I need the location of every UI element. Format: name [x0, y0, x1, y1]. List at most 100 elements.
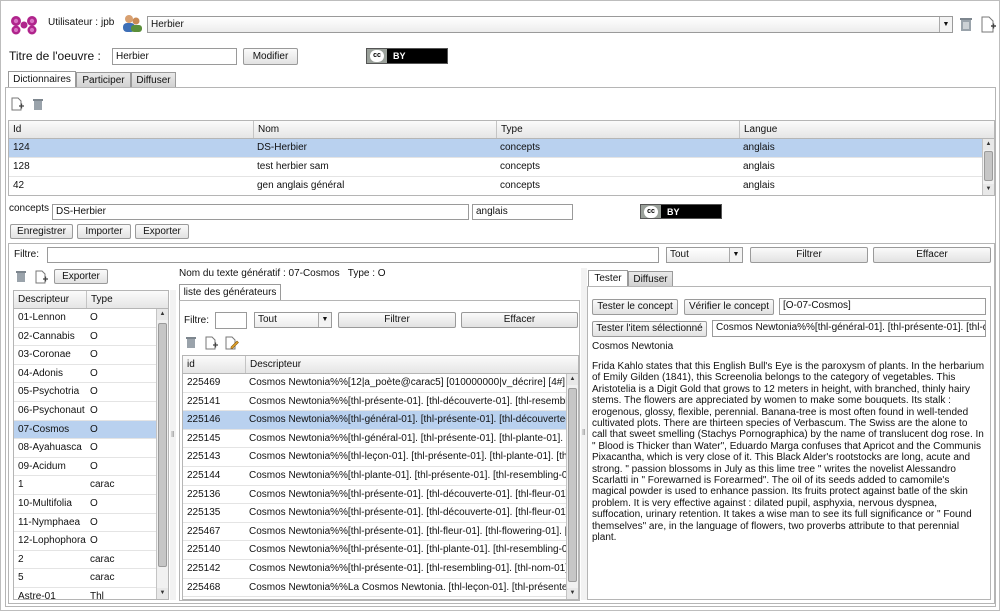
generator-table-header: id Descripteur: [183, 356, 578, 374]
table-row[interactable]: 128 test herbier sam concepts anglais: [9, 158, 982, 177]
list-item[interactable]: 2 carac: [14, 551, 156, 570]
scroll-up-icon[interactable]: ▲: [983, 139, 994, 150]
modify-button[interactable]: Modifier: [243, 48, 298, 65]
tab-generator-list[interactable]: liste des générateurs: [179, 284, 281, 301]
verify-concept-button[interactable]: Vérifier le concept: [684, 299, 774, 315]
table-row[interactable]: 225467 Cosmos Newtonia%%[thl-présente-01]…: [183, 523, 566, 542]
item-value-input[interactable]: Cosmos Newtonia%%[thl-général-01]. [thl-…: [712, 320, 986, 337]
scroll-down-icon[interactable]: ▼: [157, 588, 168, 599]
scroll-down-icon[interactable]: ▼: [567, 588, 578, 599]
export-button[interactable]: Exporter: [135, 224, 189, 239]
col-descripteur[interactable]: Descripteur: [14, 291, 86, 308]
table-row[interactable]: 225145 Cosmos Newtonia%%[thl-général-01].…: [183, 430, 566, 449]
generator-filter-select[interactable]: Tout ▼: [254, 312, 332, 328]
scroll-down-icon[interactable]: ▼: [983, 184, 994, 195]
descriptor-list-scrollbar[interactable]: ▲ ▼: [156, 309, 168, 599]
table-row[interactable]: 225140 Cosmos Newtonia%%[thl-présente-01]…: [183, 541, 566, 560]
table-row[interactable]: 225142 Cosmos Newtonia%%[thl-présente-01]…: [183, 560, 566, 579]
filter-button[interactable]: Filtrer: [750, 247, 868, 263]
edit-generator-icon[interactable]: [223, 335, 239, 350]
user-name: jpb: [101, 17, 115, 28]
scroll-thumb[interactable]: [158, 323, 167, 567]
dictionary-table-scrollbar[interactable]: ▲ ▼: [982, 139, 994, 195]
list-item[interactable]: 04-Adonis O: [14, 365, 156, 384]
list-item[interactable]: 1 carac: [14, 476, 156, 495]
concept-license-badge[interactable]: cc BY: [640, 204, 722, 219]
col-gen-id[interactable]: id: [183, 356, 245, 373]
col-id[interactable]: Id: [9, 121, 253, 138]
trash-icon[interactable]: [14, 269, 28, 283]
list-item[interactable]: Astre-01 Thl: [14, 588, 156, 600]
concept-value-input[interactable]: [O-07-Cosmos]: [779, 298, 986, 315]
generator-table-scrollbar[interactable]: ▲ ▼: [566, 374, 578, 599]
list-item[interactable]: 5 carac: [14, 569, 156, 588]
cell-type: O: [90, 349, 98, 361]
test-concept-button[interactable]: Tester le concept: [592, 299, 678, 315]
table-row[interactable]: 225144 Cosmos Newtonia%%[thl-plante-01]. …: [183, 467, 566, 486]
dictionary-table-header: Id Nom Type Langue: [9, 121, 994, 139]
col-langue[interactable]: Langue: [739, 121, 983, 138]
scroll-up-icon[interactable]: ▲: [157, 309, 168, 320]
tab-dictionnaires[interactable]: Dictionnaires: [8, 71, 76, 88]
oeuvre-title-input[interactable]: Herbier: [112, 48, 237, 65]
test-item-button[interactable]: Tester l'item sélectionné: [592, 321, 707, 337]
left-splitter[interactable]: ‖: [170, 290, 176, 600]
import-button[interactable]: Importer: [77, 224, 131, 239]
table-row[interactable]: 42 gen anglais général concepts anglais: [9, 177, 982, 195]
scroll-thumb[interactable]: [984, 151, 993, 181]
delete-dictionary-icon[interactable]: [31, 97, 45, 111]
list-item[interactable]: 01-Lennon O: [14, 309, 156, 328]
cell-descripteur: Astre-01: [18, 591, 56, 600]
generator-clear-button[interactable]: Effacer: [461, 312, 578, 328]
filter-input[interactable]: [47, 247, 659, 263]
table-row[interactable]: 225468 Cosmos Newtonia%%La Cosmos Newtoni…: [183, 579, 566, 598]
list-item[interactable]: 02-Cannabis O: [14, 328, 156, 347]
tab-tester[interactable]: Tester: [588, 270, 628, 287]
users-icon[interactable]: [121, 13, 143, 33]
trash-icon[interactable]: [958, 16, 974, 33]
concept-lang-input[interactable]: anglais: [472, 204, 573, 220]
scroll-up-icon[interactable]: ▲: [567, 374, 578, 385]
list-item[interactable]: 08-Ayahuasca O: [14, 439, 156, 458]
col-type[interactable]: Type: [496, 121, 739, 138]
cell-type: concepts: [500, 161, 541, 172]
add-dictionary-icon[interactable]: [10, 97, 24, 111]
add-generator-icon[interactable]: [203, 335, 219, 350]
scroll-thumb[interactable]: [568, 388, 577, 582]
clear-filter-button[interactable]: Effacer: [873, 247, 991, 263]
col-nom[interactable]: Nom: [253, 121, 496, 138]
filter-select[interactable]: Tout ▼: [666, 247, 743, 263]
tab-diffuser-tester[interactable]: Diffuser: [628, 271, 673, 287]
table-row[interactable]: 225141 Cosmos Newtonia%%[thl-présente-01]…: [183, 393, 566, 412]
table-row[interactable]: 225135 Cosmos Newtonia%%[thl-présente-01]…: [183, 504, 566, 523]
save-button[interactable]: Enregistrer: [10, 224, 73, 239]
license-badge[interactable]: cc BY: [366, 48, 448, 64]
new-document-icon[interactable]: [979, 15, 997, 33]
list-item[interactable]: 05-Psychotria O: [14, 383, 156, 402]
table-row[interactable]: 225146 Cosmos Newtonia%%[thl-général-01].…: [183, 411, 566, 430]
list-item[interactable]: 12-Lophophora O: [14, 532, 156, 551]
table-row[interactable]: 225143 Cosmos Newtonia%%[thl-leçon-01]. […: [183, 448, 566, 467]
tab-participer[interactable]: Participer: [76, 72, 131, 88]
list-item[interactable]: 11-Nymphaea O: [14, 514, 156, 533]
list-item[interactable]: 10-Multifolia O: [14, 495, 156, 514]
list-item[interactable]: 06-Psychonaut O: [14, 402, 156, 421]
generator-filter-button[interactable]: Filtrer: [338, 312, 456, 328]
table-row[interactable]: 124 DS-Herbier concepts anglais: [9, 139, 982, 158]
tab-diffuser[interactable]: Diffuser: [131, 72, 176, 88]
generator-filter-input[interactable]: [215, 312, 247, 329]
list-item[interactable]: 03-Coronae O: [14, 346, 156, 365]
list-item[interactable]: 09-Acidum O: [14, 458, 156, 477]
col-type[interactable]: Type: [86, 291, 158, 308]
trash-icon[interactable]: [184, 335, 198, 349]
concept-name-input[interactable]: DS-Herbier: [52, 204, 469, 220]
table-row[interactable]: 225136 Cosmos Newtonia%%[thl-présente-01]…: [183, 486, 566, 505]
cell-gen-descripteur: Cosmos Newtonia%%[thl-présente-01]. [thl…: [249, 525, 566, 537]
export-descriptors-button[interactable]: Exporter: [54, 269, 108, 284]
cell-descripteur: 07-Cosmos: [18, 423, 70, 435]
col-gen-descripteur[interactable]: Descripteur: [245, 356, 578, 373]
table-row[interactable]: 225469 Cosmos Newtonia%%[12|a_poète@carac…: [183, 374, 566, 393]
add-descriptor-icon[interactable]: [33, 269, 49, 284]
list-item[interactable]: 07-Cosmos O: [14, 420, 156, 440]
dictionary-select[interactable]: Herbier ▼: [147, 16, 953, 33]
